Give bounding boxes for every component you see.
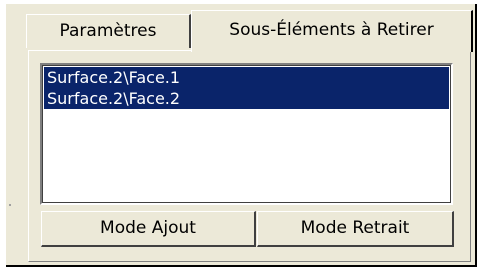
tab-sous-elements[interactable]: Sous-Éléments à Retirer	[191, 10, 473, 52]
tab-panel: Surface.2\Face.1 Surface.2\Face.2 Mode A…	[28, 50, 471, 262]
list-item[interactable]: Surface.2\Face.1	[44, 67, 449, 88]
mode-ajout-button[interactable]: Mode Ajout	[41, 211, 256, 247]
list-item[interactable]: Surface.2\Face.2	[44, 88, 449, 109]
sub-elements-list[interactable]: Surface.2\Face.1 Surface.2\Face.2	[40, 63, 453, 205]
resize-grip	[9, 204, 11, 206]
tab-parametres[interactable]: Paramètres	[26, 14, 191, 48]
dialog-frame: Paramètres Sous-Éléments à Retirer Surfa…	[6, 4, 477, 267]
mode-retrait-button[interactable]: Mode Retrait	[257, 211, 454, 247]
tab-bar: Paramètres Sous-Éléments à Retirer	[6, 4, 475, 52]
